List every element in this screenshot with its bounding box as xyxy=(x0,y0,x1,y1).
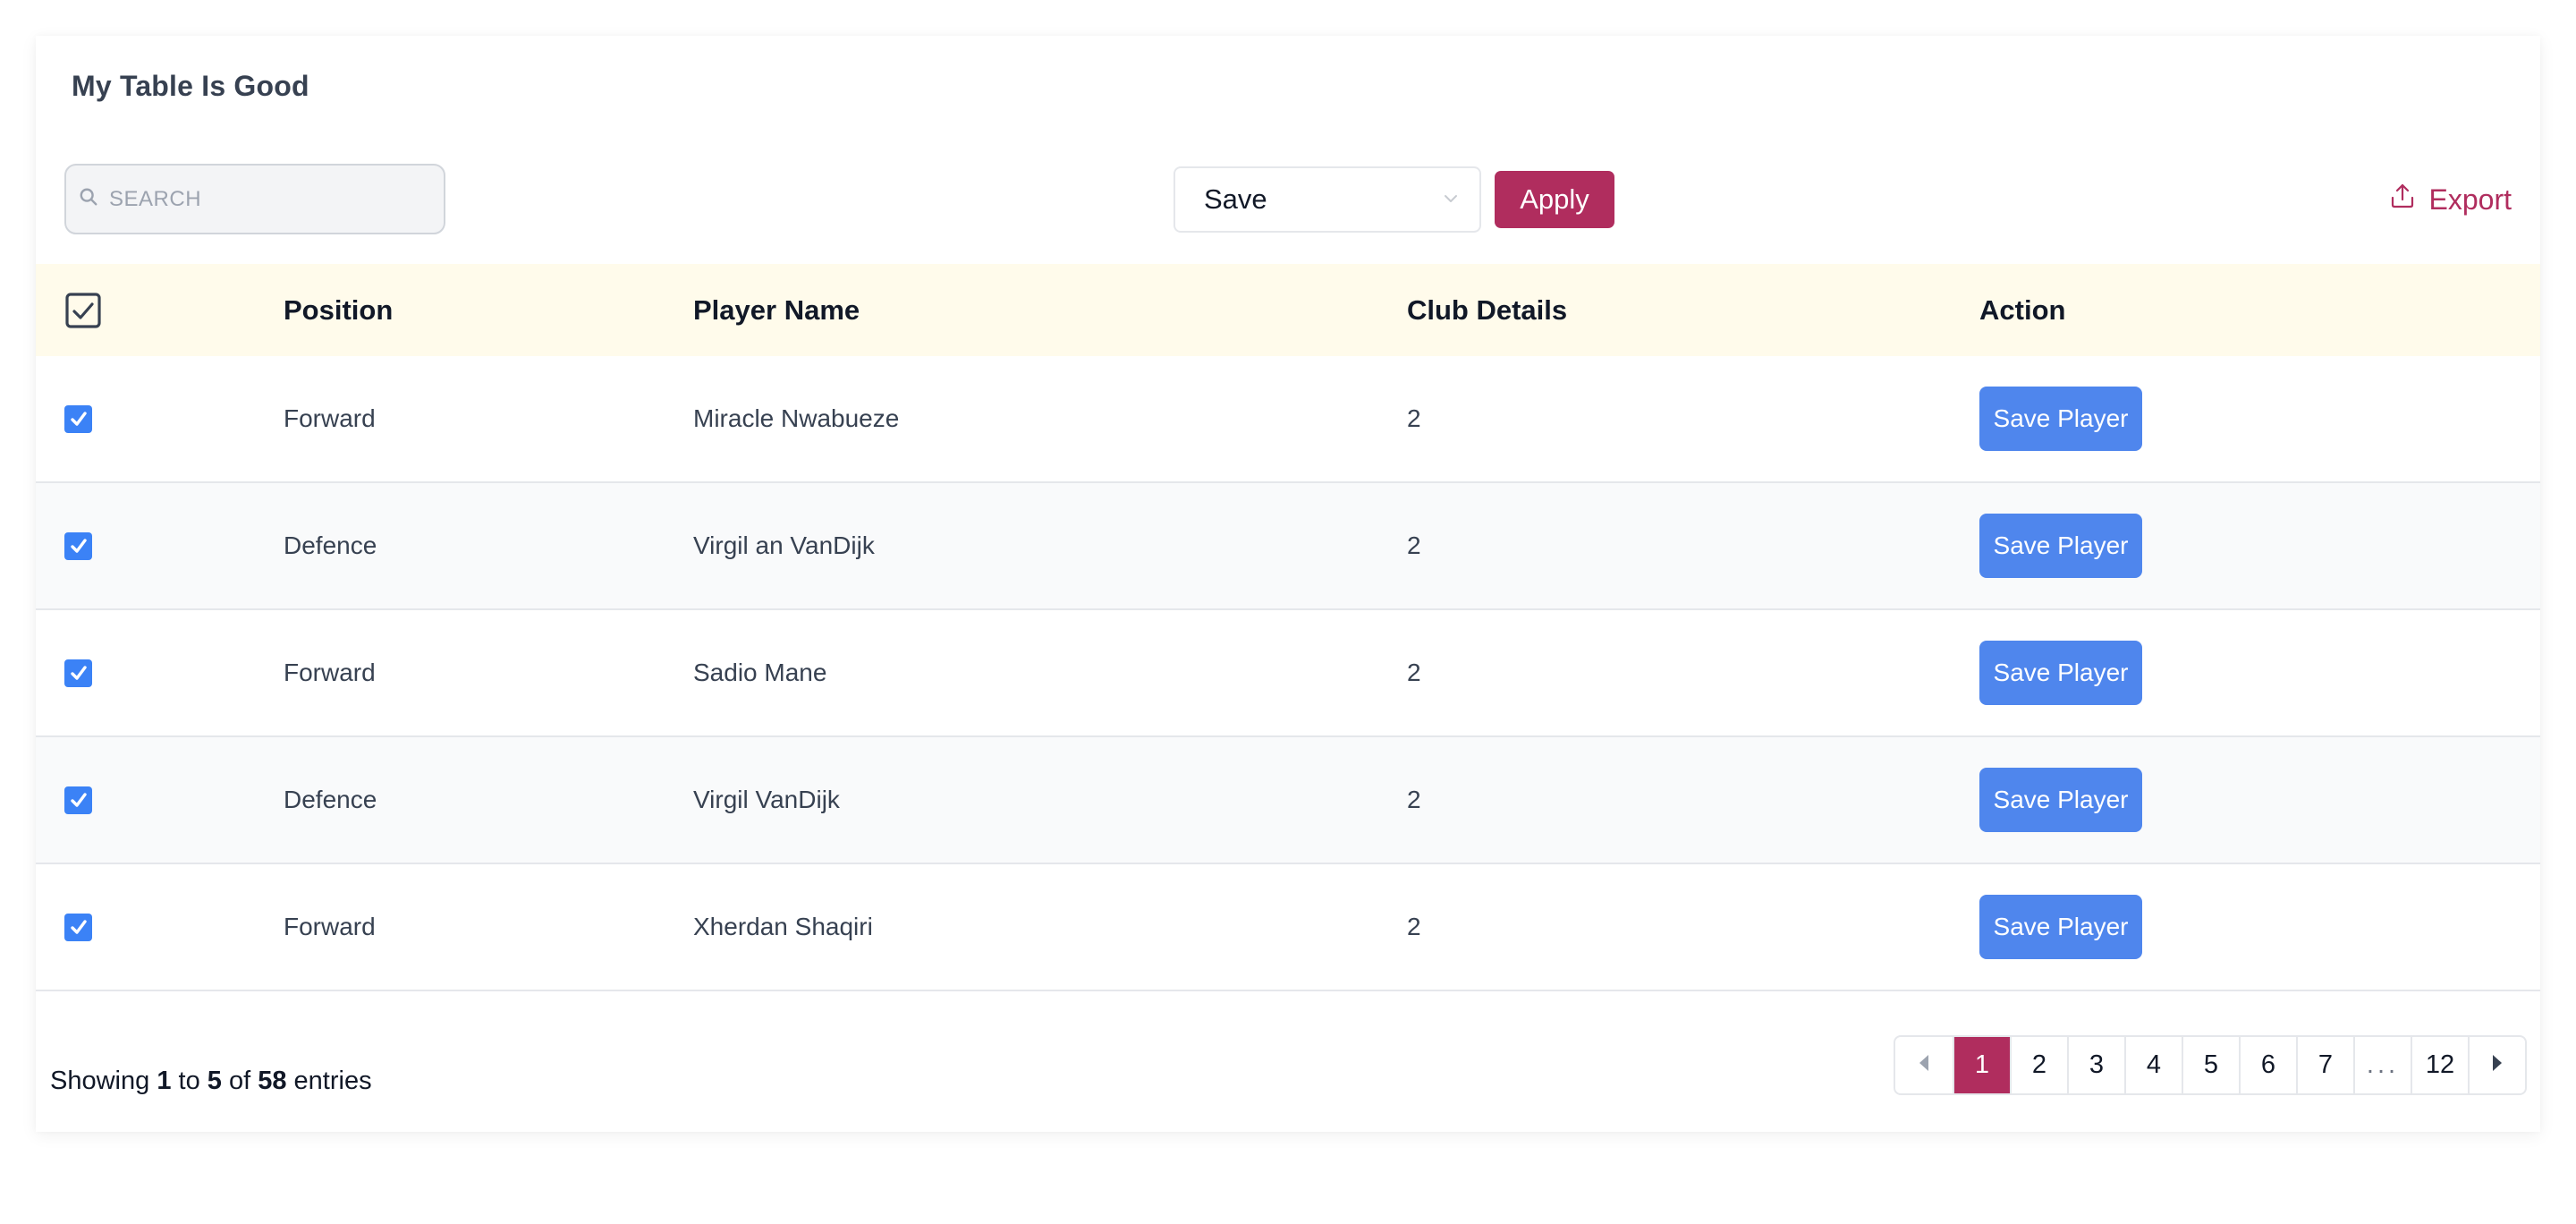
cell-position: Defence xyxy=(284,531,377,559)
page-button-1[interactable]: 1 xyxy=(1953,1037,2010,1093)
summary-prefix: Showing xyxy=(50,1067,150,1095)
search-input[interactable] xyxy=(109,186,431,212)
chevron-down-icon xyxy=(1442,190,1460,208)
export-label: Export xyxy=(2428,183,2512,216)
prev-page-button[interactable] xyxy=(1895,1037,1953,1093)
cell-player-name: Virgil an VanDijk xyxy=(693,531,875,559)
save-player-button[interactable]: Save Player xyxy=(1979,387,2142,451)
cell-club-details: 2 xyxy=(1407,531,1421,559)
column-header-player-name[interactable]: Player Name xyxy=(693,264,860,356)
summary-to: 5 xyxy=(207,1067,222,1095)
row-checkbox[interactable] xyxy=(64,913,92,941)
export-icon xyxy=(2390,183,2415,217)
page-button-5[interactable]: 5 xyxy=(2182,1037,2239,1093)
column-header-action: Action xyxy=(1979,293,2066,326)
cell-club-details: 2 xyxy=(1407,659,1421,686)
cell-position: Forward xyxy=(284,404,376,432)
caret-left-icon xyxy=(1918,1050,1930,1080)
next-page-button[interactable] xyxy=(2468,1037,2525,1093)
table-card: My Table Is Good Save Apply Export xyxy=(36,36,2540,1132)
page-button-7[interactable]: 7 xyxy=(2296,1037,2353,1093)
summary-suffix: entries xyxy=(293,1067,372,1095)
apply-button[interactable]: Apply xyxy=(1495,171,1614,228)
row-checkbox[interactable] xyxy=(64,404,92,433)
page-button-6[interactable]: 6 xyxy=(2239,1037,2296,1093)
bulk-action-selected-value: Save xyxy=(1204,183,1267,215)
summary-from: 1 xyxy=(157,1067,172,1095)
summary-of-word: of xyxy=(228,1067,251,1095)
summary-to-word: to xyxy=(178,1067,200,1095)
cell-club-details: 2 xyxy=(1407,404,1421,432)
cell-player-name: Sadio Mane xyxy=(693,659,827,686)
column-header-club-details[interactable]: Club Details xyxy=(1407,264,1567,356)
search-box[interactable] xyxy=(64,164,445,234)
page-title: My Table Is Good xyxy=(72,70,309,102)
pagination: 1 2 3 4 5 6 7 ... 12 xyxy=(1894,1035,2527,1095)
caret-right-icon xyxy=(2491,1050,2504,1080)
summary-total: 58 xyxy=(258,1067,287,1095)
save-player-button[interactable]: Save Player xyxy=(1979,895,2142,959)
select-all-checkbox[interactable] xyxy=(64,264,102,356)
table-row: Defence Virgil VanDijk 2 Save Player xyxy=(36,737,2540,864)
cell-player-name: Miracle Nwabueze xyxy=(693,404,900,432)
cell-player-name: Virgil VanDijk xyxy=(693,786,840,813)
row-checkbox[interactable] xyxy=(64,531,92,560)
table-row: Defence Virgil an VanDijk 2 Save Player xyxy=(36,483,2540,610)
cell-club-details: 2 xyxy=(1407,913,1421,940)
page-button-12[interactable]: 12 xyxy=(2411,1037,2468,1093)
save-player-button[interactable]: Save Player xyxy=(1979,768,2142,832)
cell-position: Forward xyxy=(284,913,376,940)
row-checkbox[interactable] xyxy=(64,659,92,687)
table-row: Forward Miracle Nwabueze 2 Save Player xyxy=(36,356,2540,483)
page-button-2[interactable]: 2 xyxy=(2010,1037,2067,1093)
table-row: Forward Sadio Mane 2 Save Player xyxy=(36,610,2540,737)
table-header: Position Player Name Club Details Action xyxy=(36,264,2540,356)
bulk-action-select[interactable]: Save xyxy=(1174,166,1481,233)
cell-player-name: Xherdan Shaqiri xyxy=(693,913,873,940)
save-player-button[interactable]: Save Player xyxy=(1979,641,2142,705)
page-button-3[interactable]: 3 xyxy=(2067,1037,2124,1093)
cell-position: Defence xyxy=(284,786,377,813)
row-checkbox[interactable] xyxy=(64,786,92,814)
entries-summary: Showing 1 to 5 of 58 entries xyxy=(50,1067,372,1096)
save-player-button[interactable]: Save Player xyxy=(1979,514,2142,578)
page-button-4[interactable]: 4 xyxy=(2124,1037,2182,1093)
cell-position: Forward xyxy=(284,659,376,686)
column-header-position[interactable]: Position xyxy=(284,264,393,356)
search-icon xyxy=(79,187,98,211)
page-ellipsis: ... xyxy=(2353,1037,2411,1093)
export-button[interactable]: Export xyxy=(2390,179,2512,220)
table-row: Forward Xherdan Shaqiri 2 Save Player xyxy=(36,864,2540,991)
cell-club-details: 2 xyxy=(1407,786,1421,813)
